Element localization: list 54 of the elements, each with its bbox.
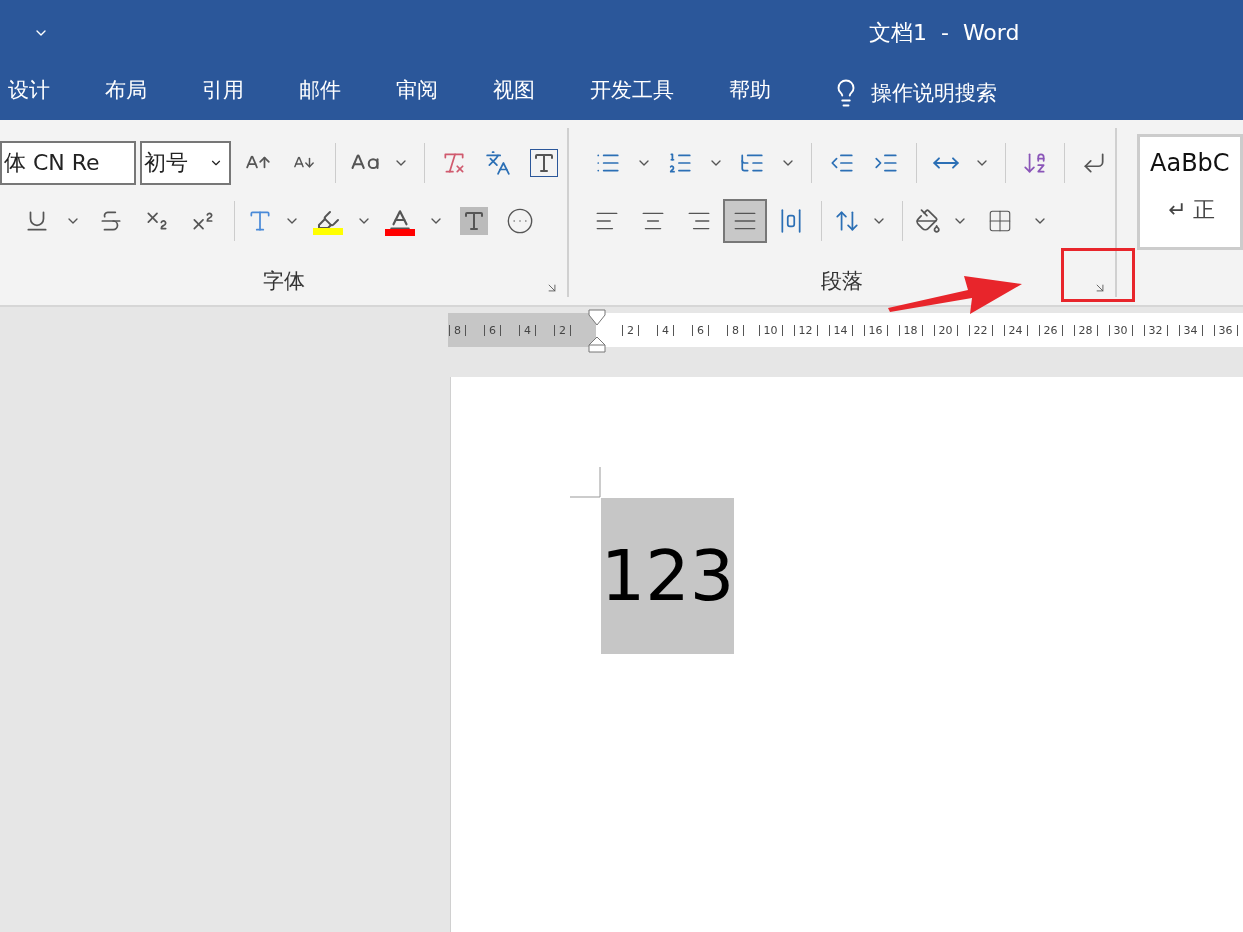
ruler-number: 26 <box>1038 324 1063 336</box>
ruler-number: 2 <box>554 324 571 336</box>
ruler-number: 4 <box>519 324 536 336</box>
ribbon-tab[interactable]: 审阅 <box>396 76 438 109</box>
ruler-number: 6 <box>484 324 501 336</box>
ruler-number: 14 <box>828 324 853 336</box>
ruler-number: 20 <box>933 324 958 336</box>
group-label: 段落 <box>821 268 863 295</box>
style-preview: AaBbC <box>1150 149 1231 177</box>
ruler-number: 24 <box>1003 324 1028 336</box>
ruler-number: 30 <box>1108 324 1133 336</box>
ribbon-tab[interactable]: 帮助 <box>729 76 771 109</box>
ruler-number: 4 <box>657 324 674 336</box>
numbered-list-icon <box>667 150 693 176</box>
style-name: ↵ 正 <box>1168 196 1217 224</box>
ruler-number: 18 <box>898 324 923 336</box>
ruler-number: 28 <box>1073 324 1098 336</box>
paint-bucket-icon <box>915 208 941 234</box>
indent-marker[interactable] <box>588 309 606 353</box>
ruler-number: 10 <box>758 324 783 336</box>
ruler-number: 36 <box>1213 324 1238 336</box>
clear-formatting-icon <box>441 150 467 176</box>
ruler-number: 2 <box>622 324 639 336</box>
character-shading-icon <box>460 207 488 235</box>
character-border-icon <box>530 149 558 177</box>
window-title: 文档1 - Word <box>869 18 1020 47</box>
margin-corner-mark <box>570 467 602 499</box>
ruler-number: 22 <box>968 324 993 336</box>
ruler-number: 34 <box>1178 324 1203 336</box>
ruler-number: 16 <box>863 324 888 336</box>
ribbon-tab[interactable]: 设计 <box>8 76 50 109</box>
font-name-field[interactable]: 体 CN Re <box>0 141 136 185</box>
text-effects-icon <box>247 208 273 234</box>
ribbon-tab[interactable]: 引用 <box>202 76 244 109</box>
ruler-number: 32 <box>1143 324 1168 336</box>
justify-button[interactable] <box>723 199 767 243</box>
style-gallery-item[interactable]: AaBbC ↵ 正 <box>1137 134 1243 250</box>
phonetic-guide-icon <box>485 150 511 176</box>
selected-text: 123 <box>601 498 734 654</box>
ruler-number: 8 <box>449 324 466 336</box>
ribbon-tab[interactable]: 布局 <box>105 76 147 109</box>
distributed-icon <box>778 208 804 234</box>
ribbon-tab[interactable]: 开发工具 <box>590 76 674 109</box>
group-label: 字体 <box>262 268 305 295</box>
ruler-number: 6 <box>692 324 709 336</box>
font-size-field[interactable]: 初号 <box>140 141 231 185</box>
ruler-number: 12 <box>793 324 818 336</box>
sort-icon <box>1022 150 1048 176</box>
ruler-number: 8 <box>727 324 744 336</box>
ribbon-tab[interactable]: 视图 <box>493 76 535 109</box>
borders-icon <box>987 208 1013 234</box>
ribbon-tab[interactable]: 邮件 <box>299 76 341 109</box>
tell-me-search[interactable]: 操作说明搜索 <box>871 78 997 107</box>
line-spacing-icon <box>834 208 860 234</box>
